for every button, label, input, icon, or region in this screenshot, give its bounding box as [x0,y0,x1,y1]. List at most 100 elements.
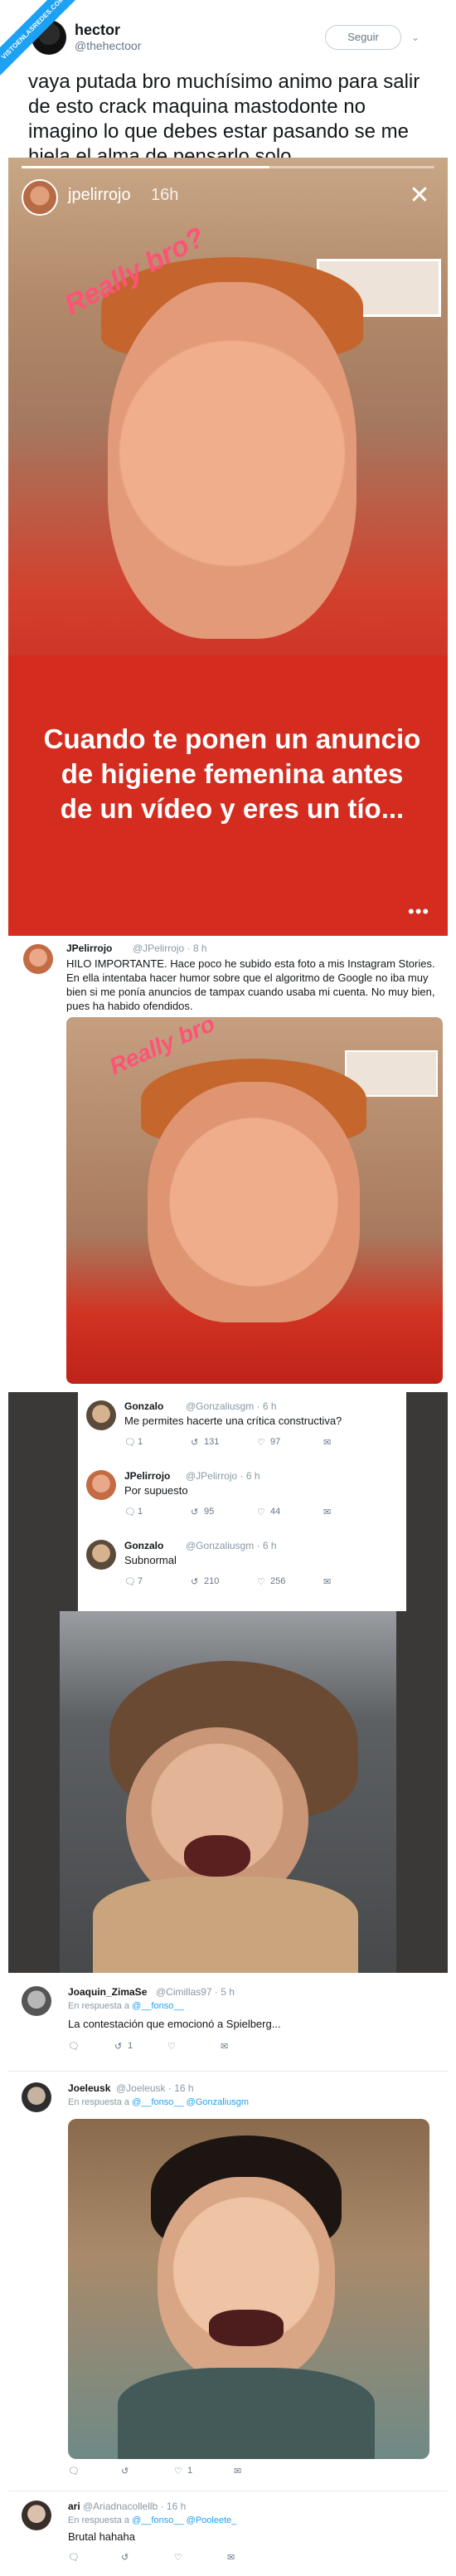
author-name[interactable]: Gonzalo [124,1400,163,1412]
tweet-actions: 🗨 1 ↺ 95 ♡ 44 ✉ [124,1507,390,1522]
envelope-icon[interactable]: ✉ [221,2041,228,2052]
avatar[interactable] [22,1986,51,2016]
reply-count: 7 [138,1576,143,1586]
reply-icon[interactable]: 🗨 [68,2466,80,2476]
face-shape [108,282,357,639]
reply-text: Brutal hahaha [68,2530,135,2543]
author-meta: @JPelirrojo · 8 h [133,942,207,954]
story-caption: Cuando te ponen un anuncio de higiene fe… [43,723,421,825]
avatar[interactable] [86,1400,116,1430]
tweet-actions: 🗨 1 ↺ 131 ♡ 97 ✉ [124,1437,390,1452]
heart-icon[interactable]: ♡ [257,1437,265,1448]
story-time: 16h [151,186,179,204]
scarf-shape [93,1877,358,1973]
author-name[interactable]: hector [75,22,120,39]
reply-icon[interactable]: 🗨 [68,2041,80,2052]
in-reply-link[interactable]: @__fonso__ [132,2001,184,2011]
heart-icon[interactable]: ♡ [257,1576,265,1587]
author-handle[interactable]: @thehectoor [75,39,141,52]
avatar[interactable] [32,20,66,55]
reply-icon[interactable]: 🗨 [124,1507,136,1517]
retweet-count: 131 [204,1437,220,1447]
avatar[interactable] [22,2501,51,2530]
reply-icon[interactable]: 🗨 [124,1437,136,1448]
thread-tweet: JPelirrojo @JPelirrojo · 8 h HILO IMPORT… [8,936,448,1392]
heart-icon[interactable]: ♡ [167,2041,176,2052]
retweet-count: 210 [204,1576,220,1586]
retweet-count: 95 [204,1507,215,1517]
like-count: 256 [270,1576,286,1586]
chevron-down-icon[interactable]: ⌄ [411,32,421,43]
list-item: Gonzalo @Gonzaliusgm · 6 h Subnormal 🗨 7… [78,1531,406,1601]
in-reply-prefix: En respuesta a [68,2097,129,2107]
envelope-icon[interactable]: ✉ [323,1507,331,1517]
hood-shape [118,2368,375,2459]
conversation-panel: Gonzalo @Gonzaliusgm · 6 h Me permites h… [8,1392,448,1973]
author-meta: @Cimillas97 · 5 h [156,1986,235,1998]
in-reply-link[interactable]: @__fonso__ @Gonzaliusgm [132,2097,249,2107]
author-name[interactable]: Joaquin_ZimaSe [68,1986,147,1998]
author-meta: @Gonzaliusgm · 6 h [186,1400,277,1412]
avatar[interactable] [23,944,53,974]
follow-button[interactable]: Seguir [325,25,401,50]
tweet-text: vaya putada bro muchísimo animo para sal… [28,71,420,168]
story-progress-fill [22,166,269,168]
author-meta: @Ariadnacollellb · 16 h [83,2501,187,2512]
avatar[interactable] [86,1470,116,1500]
in-reply-link[interactable]: @__fonso__ @Pooleete_ [132,2515,236,2525]
reply-image[interactable] [68,2119,429,2459]
reply-text: Subnormal [124,1554,177,1566]
reply-text: La contestación que emocionó a Spielberg… [68,2018,281,2030]
reply-card: Gonzalo @Gonzaliusgm · 6 h Me permites h… [78,1392,406,1611]
in-reply-prefix: En respuesta a [68,2001,129,2011]
author-meta: @Joeleusk · 16 h [116,2082,194,2094]
avatar[interactable] [22,2082,51,2112]
like-count: 44 [270,1507,281,1517]
mouth-shape [184,1835,250,1877]
meme-image[interactable] [60,1611,396,1973]
heart-icon[interactable]: ♡ [174,2466,182,2476]
author-name[interactable]: ari [68,2501,80,2512]
more-options-icon[interactable]: ••• [408,901,429,923]
heart-icon[interactable]: ♡ [174,2552,182,2563]
envelope-icon[interactable]: ✉ [323,1576,331,1587]
tweet-photo[interactable]: Really bro [66,1017,443,1384]
list-item: ari @Ariadnacollellb · 16 h En respuesta… [8,2492,448,2575]
envelope-icon[interactable]: ✉ [323,1437,331,1448]
like-count: 97 [270,1437,281,1447]
reply-count: 1 [138,1437,143,1447]
envelope-icon[interactable]: ✉ [234,2466,241,2476]
reply-text: Me permites hacerte una crítica construc… [124,1415,342,1427]
story-avatar[interactable] [22,179,58,216]
story-username[interactable]: jpelirrojo [68,186,131,205]
face-shape [148,1082,360,1322]
close-icon[interactable]: ✕ [406,183,433,209]
story-image: jpelirrojo 16h ✕ Really bro? Cuando te p… [8,158,448,936]
author-name[interactable]: JPelirrojo [66,942,112,954]
retweet-icon[interactable]: ↺ [121,2552,129,2563]
in-reply-to: En respuesta a @__fonso__ [68,2001,184,2011]
author-name[interactable]: Gonzalo [124,1540,163,1551]
author-name[interactable]: Joeleusk [68,2082,110,2094]
retweet-icon[interactable]: ↺ [191,1576,198,1587]
reply-count: 1 [138,1507,143,1517]
envelope-icon[interactable]: ✉ [227,2552,235,2563]
retweet-count: 1 [128,2041,133,2051]
reply-icon[interactable]: 🗨 [68,2552,80,2563]
list-item: JPelirrojo @JPelirrojo · 6 h Por supuest… [78,1462,406,1531]
tweet-actions: 🗨 ↺ 1 ♡ ✉ [68,2041,333,2056]
in-reply-to: En respuesta a @__fonso__ @Gonzaliusgm [68,2097,249,2107]
list-item: Joeleusk @Joeleusk · 16 h En respuesta a… [8,2072,448,2489]
retweet-icon[interactable]: ↺ [121,2466,129,2476]
retweet-icon[interactable]: ↺ [191,1507,198,1517]
retweet-icon[interactable]: ↺ [114,2041,122,2052]
avatar[interactable] [86,1540,116,1570]
tweet-actions: 🗨 ↺ ♡ ✉ [68,2552,333,2567]
retweet-icon[interactable]: ↺ [191,1437,198,1448]
heart-icon[interactable]: ♡ [257,1507,265,1517]
author-meta: @JPelirrojo · 6 h [186,1470,260,1482]
face-shape [158,2177,335,2384]
author-name[interactable]: JPelirrojo [124,1470,170,1482]
list-item: Joaquin_ZimaSe @Cimillas97 · 5 h En resp… [8,1973,448,2071]
reply-icon[interactable]: 🗨 [124,1576,136,1587]
